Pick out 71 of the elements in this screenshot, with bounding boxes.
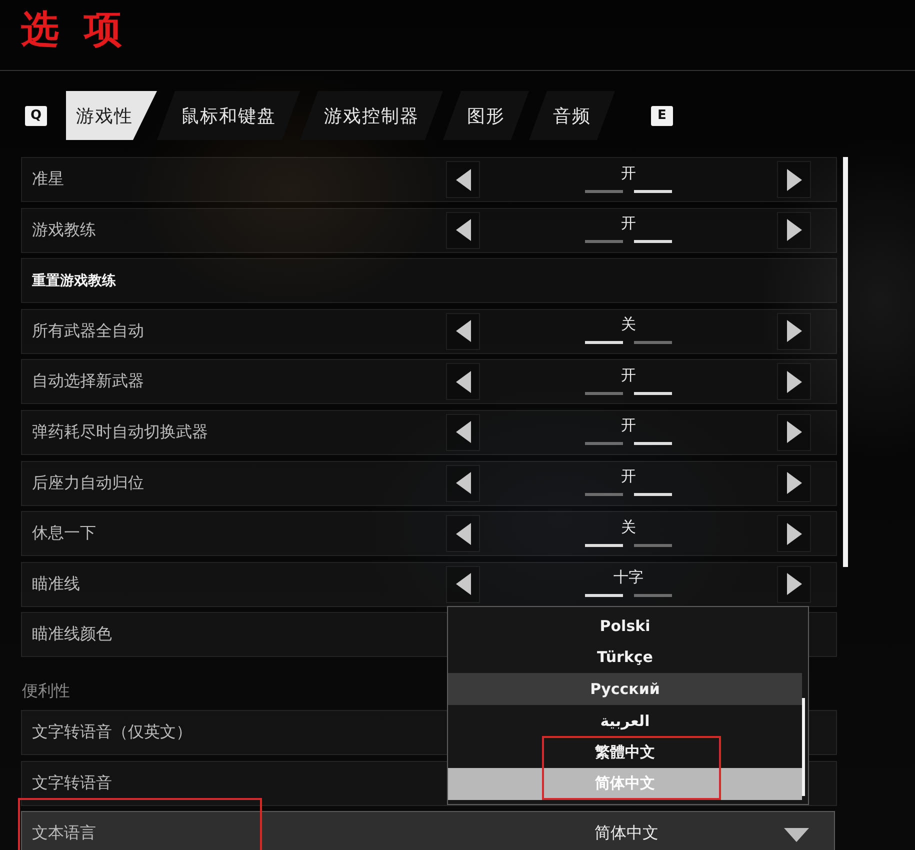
setting-label: 文本语言 <box>32 823 96 844</box>
previous-option-button[interactable] <box>446 212 480 249</box>
tab[interactable]: 游戏性 <box>66 91 157 140</box>
next-option-button[interactable] <box>777 414 811 451</box>
next-option-button[interactable] <box>777 566 811 603</box>
next-option-button[interactable] <box>777 515 811 552</box>
setting-label: 准星 <box>32 169 64 190</box>
previous-option-button[interactable] <box>446 363 480 400</box>
caret-down-icon <box>784 828 809 842</box>
left-triangle-icon <box>456 219 470 242</box>
key-hint[interactable]: E <box>651 106 673 126</box>
setting-label: 休息一下 <box>32 523 96 544</box>
right-triangle-icon <box>786 421 802 444</box>
page-title: 选 项 <box>21 8 128 50</box>
setting-value: 关 <box>621 518 636 535</box>
setting-label: 文字转语音 <box>32 772 112 794</box>
setting-value: 关 <box>621 316 636 332</box>
setting-value: 十字 <box>614 569 644 586</box>
setting-label: 弹药耗尽时自动切换武器 <box>32 422 208 443</box>
scrollbar-thumb[interactable] <box>843 157 848 567</box>
tab[interactable]: 图形 <box>443 91 529 140</box>
next-option-button[interactable] <box>777 464 811 502</box>
setting-label: 游戏教练 <box>32 220 96 241</box>
setting-value: 开 <box>621 215 636 232</box>
setting-label: 瞄准线 <box>32 574 80 595</box>
setting-label: 后座力自动归位 <box>32 472 144 494</box>
right-triangle-icon <box>786 472 802 494</box>
dropdown-option[interactable]: Türkçe <box>448 642 802 674</box>
right-triangle-icon <box>786 370 802 393</box>
setting-value: 开 <box>621 417 636 434</box>
left-triangle-icon <box>456 472 470 494</box>
setting-label: 所有武器全自动 <box>32 320 144 342</box>
left-triangle-icon <box>456 522 470 545</box>
scrollbar-thumb[interactable] <box>802 698 805 796</box>
next-option-button[interactable] <box>777 161 811 198</box>
previous-option-button[interactable] <box>446 312 480 350</box>
dropdown-option[interactable]: العربية <box>448 704 802 736</box>
dropdown-option[interactable]: Polski <box>448 610 802 642</box>
right-triangle-icon <box>786 522 802 545</box>
previous-option-button[interactable] <box>446 414 480 451</box>
key-hint[interactable]: Q <box>25 106 47 126</box>
right-triangle-icon <box>786 320 802 342</box>
setting-label: 文字转语音（仅英文） <box>32 722 192 743</box>
setting-value: 开 <box>621 164 636 180</box>
left-triangle-icon <box>456 573 470 596</box>
setting-label: 自动选择新武器 <box>32 371 144 392</box>
previous-option-button[interactable] <box>446 566 480 603</box>
previous-option-button[interactable] <box>446 161 480 198</box>
setting-value: 开 <box>621 366 636 383</box>
right-triangle-icon <box>786 219 802 242</box>
tab[interactable]: 游戏控制器 <box>300 91 443 140</box>
tab[interactable]: 音频 <box>529 91 615 140</box>
left-triangle-icon <box>456 421 470 444</box>
action-button[interactable]: 重置游戏教练 <box>21 258 837 304</box>
section-heading: 便利性 <box>22 682 70 699</box>
next-option-button[interactable] <box>777 312 811 350</box>
next-option-button[interactable] <box>777 363 811 400</box>
previous-option-button[interactable] <box>446 515 480 552</box>
tab[interactable]: 鼠标和键盘 <box>157 91 300 140</box>
dropdown-option[interactable]: 繁體中文 <box>448 736 802 768</box>
left-triangle-icon <box>456 320 470 342</box>
dropdown-select[interactable]: 简体中文 <box>444 816 809 850</box>
left-triangle-icon <box>456 168 470 190</box>
right-triangle-icon <box>786 573 802 596</box>
right-triangle-icon <box>786 168 802 190</box>
left-triangle-icon <box>456 370 470 393</box>
setting-value: 开 <box>621 468 636 484</box>
dropdown-option[interactable]: Русский <box>448 673 802 705</box>
next-option-button[interactable] <box>777 212 811 249</box>
setting-label: 瞄准线颜色 <box>32 624 112 646</box>
previous-option-button[interactable] <box>446 464 480 502</box>
